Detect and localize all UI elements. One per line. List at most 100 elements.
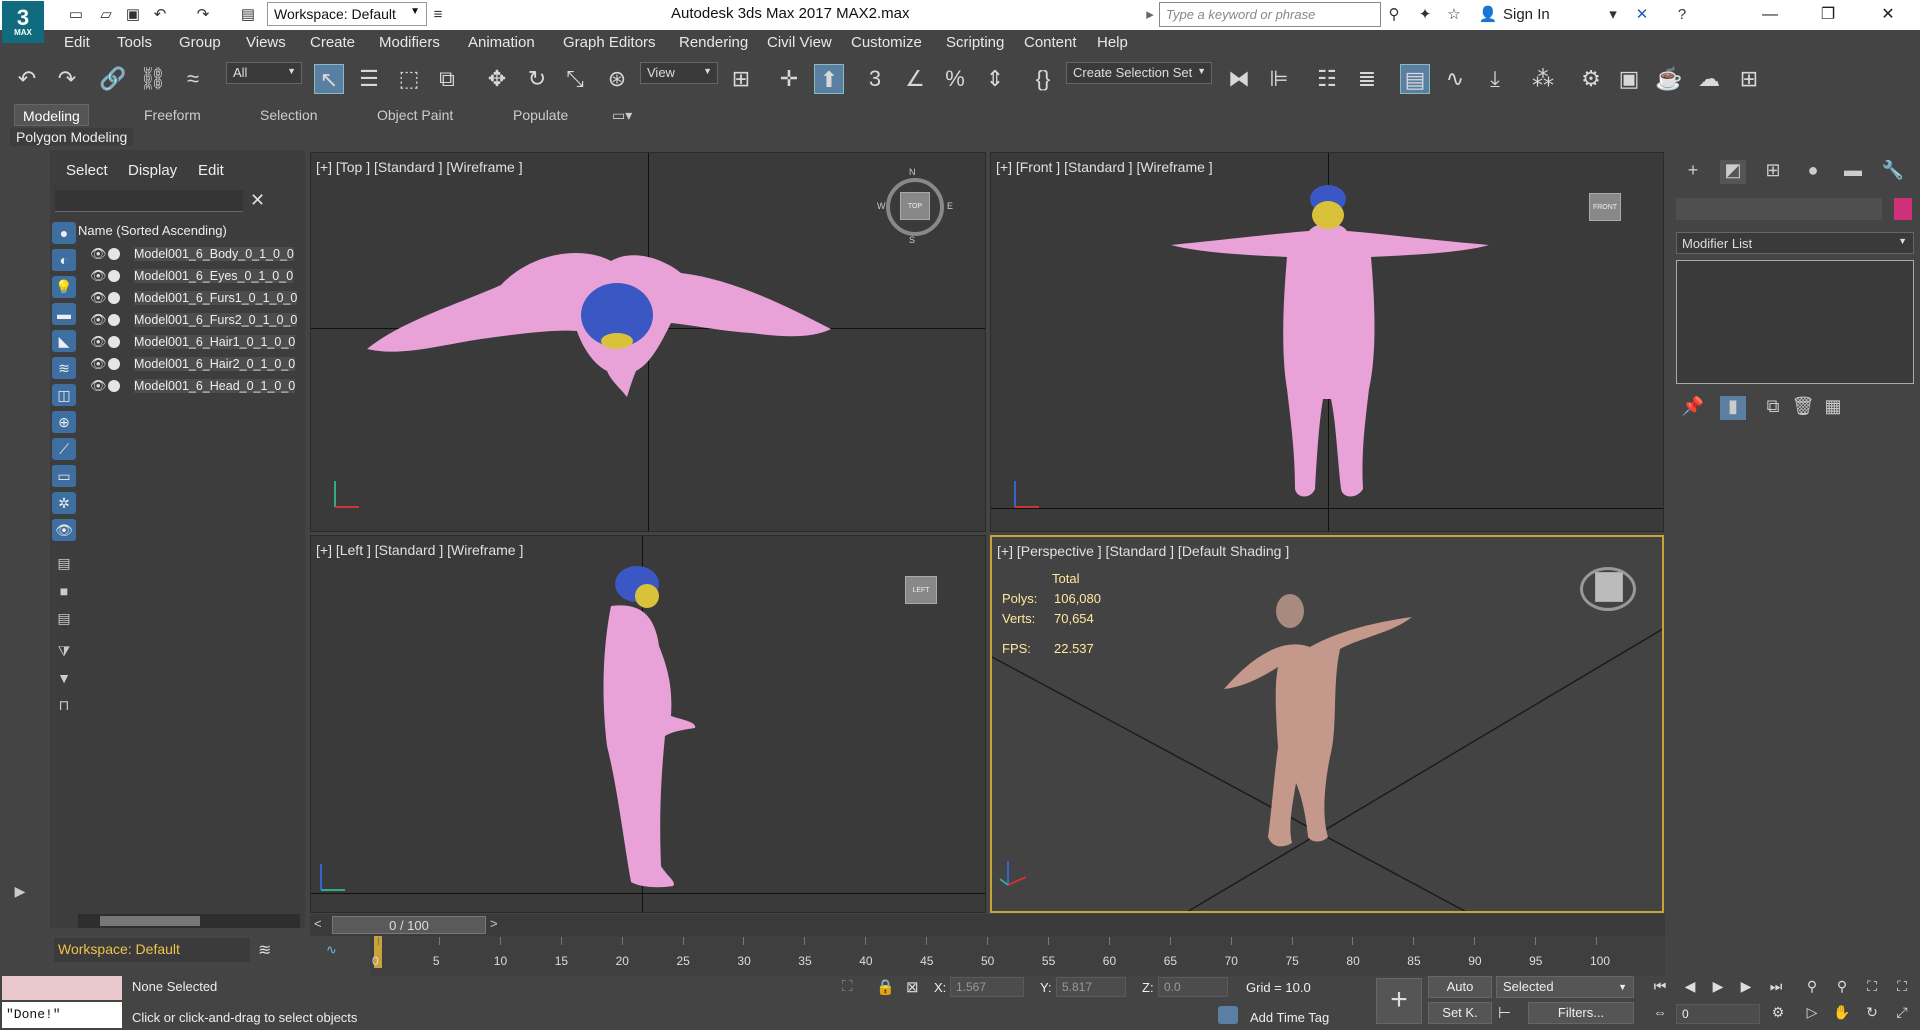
ribbon-options-icon[interactable]: ▭▾ <box>612 107 632 124</box>
auto-key-button[interactable]: Auto <box>1428 976 1492 998</box>
rotate-icon[interactable]: ↻ <box>522 64 552 94</box>
display-helpers-icon[interactable]: ◣ <box>52 330 76 352</box>
scene-tab-select[interactable]: Select <box>66 162 108 179</box>
snaps-toggle-icon[interactable]: 3 <box>860 64 890 94</box>
undo-icon[interactable]: ↶ <box>150 5 170 25</box>
isolate-selection-icon[interactable]: ⛶ <box>842 978 853 995</box>
scene-row-body[interactable]: 👁 Model001_6_Body_0_1_0_0 <box>78 244 300 264</box>
ribbon-panel-polygon-modeling[interactable]: Polygon Modeling <box>10 128 134 146</box>
hierarchy-tab-icon[interactable]: ⊞ <box>1760 160 1786 184</box>
toggle-ribbon-icon[interactable]: ▤ <box>1400 64 1430 94</box>
viewcube-compass[interactable]: TOP <box>886 178 944 236</box>
filter-icon[interactable]: ⧩ <box>52 640 76 662</box>
spinner-snap-icon[interactable]: ⇕ <box>980 64 1010 94</box>
object-name-input[interactable] <box>1676 198 1882 220</box>
ribbon-tab-populate[interactable]: Populate <box>513 107 568 123</box>
menu-tools[interactable]: Tools <box>117 34 152 51</box>
ribbon-tab-object-paint[interactable]: Object Paint <box>377 107 453 123</box>
place-icon[interactable]: ⊛ <box>602 64 632 94</box>
user-icon[interactable]: 👤 <box>1478 5 1498 25</box>
menu-group[interactable]: Group <box>179 34 221 51</box>
undo-icon[interactable]: ↶ <box>12 64 42 94</box>
zoom-all-icon[interactable]: ⚲ <box>1830 978 1854 998</box>
display-lights-icon[interactable]: 💡 <box>52 276 76 298</box>
scale-icon[interactable]: ⤡ <box>560 64 590 94</box>
save-file-icon[interactable]: ▣ <box>123 5 143 25</box>
scene-explorer-workspace[interactable]: Workspace: Default <box>54 938 250 962</box>
scene-row-hair2[interactable]: 👁 Model001_6_Hair2_0_1_0_0 <box>78 354 300 374</box>
viewcube-front[interactable]: FRONT <box>1589 193 1621 221</box>
viewport-top[interactable]: [+] [Top ] [Standard ] [Wireframe ] TOP … <box>310 152 986 532</box>
viewcube-perspective[interactable] <box>1580 567 1636 611</box>
time-slider-next-icon[interactable]: > <box>490 916 498 931</box>
display-cameras-icon[interactable]: ▬ <box>52 303 76 325</box>
freeze-dot-icon[interactable] <box>108 314 120 326</box>
selection-lock-icon[interactable]: 🔒 <box>876 978 895 996</box>
display-bones-icon[interactable]: ⟋ <box>52 438 76 460</box>
display-shapes-icon[interactable]: ◐ <box>52 249 76 271</box>
expand-arrow-icon[interactable]: ▸ <box>1140 5 1160 25</box>
scene-horizontal-scrollbar[interactable] <box>78 914 300 928</box>
scene-list-header[interactable]: Name (Sorted Ascending) <box>78 223 227 238</box>
menu-rendering[interactable]: Rendering <box>679 34 748 51</box>
scene-tab-display[interactable]: Display <box>128 162 177 179</box>
redo-icon[interactable]: ↷ <box>52 64 82 94</box>
curve-editor-icon[interactable]: ∿ <box>1440 64 1470 94</box>
menu-animation[interactable]: Animation <box>468 34 535 51</box>
select-manipulate-icon[interactable]: ✛ <box>774 64 804 94</box>
render-setup-icon[interactable]: ⚙ <box>1576 64 1606 94</box>
key-filter-dropdown[interactable]: Selected ▼ <box>1496 976 1634 998</box>
keyboard-shortcut-override-icon[interactable]: ⬆ <box>814 64 844 94</box>
key-mode-toggle-icon[interactable]: ⇔ <box>1648 1004 1672 1024</box>
menu-help[interactable]: Help <box>1097 34 1128 51</box>
rendered-frame-window-icon[interactable]: ▣ <box>1614 64 1644 94</box>
freeze-dot-icon[interactable] <box>108 248 120 260</box>
freeze-dot-icon[interactable] <box>108 336 120 348</box>
viewport-perspective[interactable]: [+] [Perspective ] [Standard ] [Default … <box>990 535 1664 913</box>
modifier-list-dropdown[interactable]: Modifier List ▼ <box>1676 232 1914 254</box>
utilities-tab-icon[interactable]: 🔧 <box>1880 160 1906 184</box>
reference-coordinate-dropdown[interactable]: View ▼ <box>640 62 718 84</box>
zoom-extents-all-icon[interactable]: ⛶ <box>1890 978 1914 998</box>
show-end-result-icon[interactable]: ▮ <box>1720 396 1746 420</box>
field-of-view-icon[interactable]: ▷ <box>1800 1004 1824 1024</box>
menu-overflow-icon[interactable]: ≡ <box>428 5 448 25</box>
menu-content[interactable]: Content <box>1024 34 1077 51</box>
current-frame-field[interactable]: 0 <box>1676 1004 1760 1024</box>
next-frame-icon[interactable]: ▶ <box>1734 978 1758 998</box>
motion-tab-icon[interactable]: ● <box>1800 160 1826 184</box>
previous-frame-icon[interactable]: ◀ <box>1678 978 1702 998</box>
link-icon[interactable]: 🔗 <box>98 64 128 94</box>
menu-edit[interactable]: Edit <box>64 34 90 51</box>
y-coord-field[interactable]: 5.817 <box>1056 977 1126 997</box>
viewcube-face[interactable] <box>1595 572 1623 602</box>
select-all-icon[interactable]: ▤ <box>52 607 76 629</box>
close-icon[interactable]: ✕ <box>250 190 265 211</box>
menu-create[interactable]: Create <box>310 34 355 51</box>
favorites-star-icon[interactable]: ☆ <box>1444 5 1464 25</box>
maxscript-output[interactable]: "Done!" <box>2 1002 122 1028</box>
display-xrefs-icon[interactable]: ⊕ <box>52 411 76 433</box>
configure-modifier-sets-icon[interactable]: ▦ <box>1820 396 1846 420</box>
freeze-dot-icon[interactable] <box>108 292 120 304</box>
scene-row-furs2[interactable]: 👁 Model001_6_Furs2_0_1_0_0 <box>78 310 300 330</box>
zoom-extents-icon[interactable]: ⛶ <box>1860 978 1884 998</box>
menu-graph-editors[interactable]: Graph Editors <box>563 34 656 51</box>
make-unique-icon[interactable]: ⧉ <box>1760 396 1786 420</box>
ribbon-tab-selection[interactable]: Selection <box>260 107 318 123</box>
named-selection-set-dropdown[interactable]: Create Selection Set ▼ <box>1066 62 1212 84</box>
pivot-center-icon[interactable]: ⊞ <box>726 64 756 94</box>
window-crossing-icon[interactable]: ⧉ <box>432 64 462 94</box>
display-space-warps-icon[interactable]: ≋ <box>52 357 76 379</box>
time-slider[interactable] <box>310 914 1665 936</box>
app-logo[interactable]: 3 MAX <box>2 1 44 43</box>
goto-start-icon[interactable]: ⏮ <box>1648 978 1672 998</box>
select-object-icon[interactable]: ↖ <box>314 64 344 94</box>
display-tab-icon[interactable]: ▬ <box>1840 160 1866 184</box>
scene-row-furs1[interactable]: 👁 Model001_6_Furs1_0_1_0_0 <box>78 288 300 308</box>
display-groups-icon[interactable]: ◫ <box>52 384 76 406</box>
filters-button[interactable]: Filters... <box>1528 1002 1634 1024</box>
display-containers-icon[interactable]: ▭ <box>52 465 76 487</box>
scene-row-eyes[interactable]: 👁 Model001_6_Eyes_0_1_0_0 <box>78 266 300 286</box>
pin-stack-icon[interactable]: 📌 <box>1680 396 1706 420</box>
